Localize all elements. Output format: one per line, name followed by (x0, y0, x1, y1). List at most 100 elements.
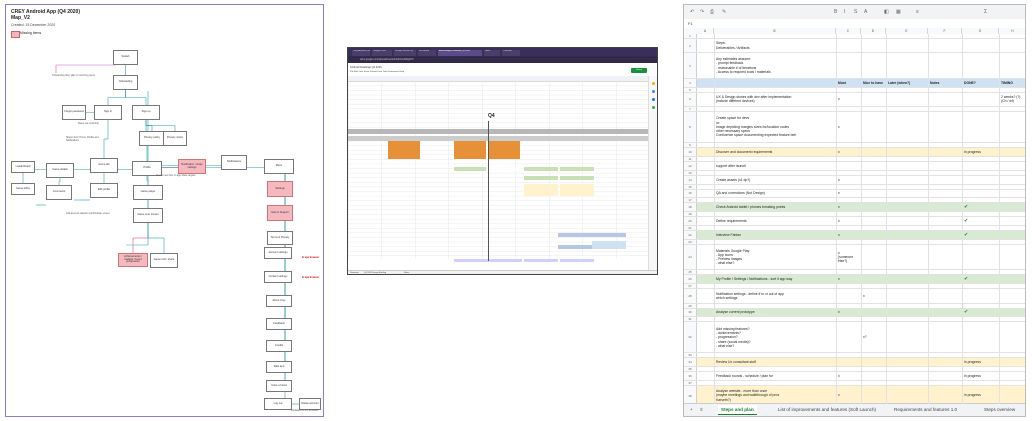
sheet-row[interactable]: 8 Create space for devs or: Image depicti… (684, 112, 1025, 144)
roadmap-cell-block[interactable] (488, 259, 522, 262)
roadmap-cell-block[interactable] (558, 233, 592, 237)
sheet-row[interactable]: 30 Analyse current prototype x ✔ (684, 308, 1025, 318)
sheet-tab[interactable]: Steps overview (984, 407, 1015, 412)
sheet-cell[interactable]: x (someone else?) (836, 245, 861, 269)
align-icon[interactable]: ≡ (916, 9, 919, 15)
roadmap-cell-block[interactable] (560, 167, 594, 171)
roadmap-cell-block[interactable] (560, 184, 594, 196)
roadmap-cell-block[interactable] (388, 141, 420, 159)
sheet-cell[interactable]: ✔ (962, 231, 999, 239)
sheet-tab[interactable]: Q4 2020 Design Backlog (364, 272, 386, 274)
sheet-row[interactable]: 36 Feedback rounds - schedule / plan for x… (684, 372, 1025, 382)
sheet-cell[interactable]: support after launch (714, 162, 836, 170)
sheet-cell[interactable]: x (836, 275, 861, 283)
row-number[interactable]: 19 (684, 212, 697, 216)
sheet-cell[interactable]: Create space for devs or: Image depictin… (714, 112, 836, 142)
sheet-cell[interactable]: Analyse current prototype (714, 309, 836, 317)
sheet-cell[interactable]: Interview Fabian (714, 231, 836, 239)
sheet-row[interactable]: 10 Discover and document requirements x in … (684, 148, 1025, 157)
row-number[interactable]: 23 (684, 240, 697, 244)
roadmap-grid[interactable]: Q4 (348, 81, 650, 262)
sheet-cell[interactable]: Create assets (x1 dp?) (714, 176, 836, 184)
row-number[interactable]: 14 (684, 175, 697, 184)
sheet-tab[interactable]: Roadmap (350, 272, 359, 274)
sheet-cell[interactable]: Feedback rounds - schedule / plan for (714, 372, 836, 380)
browser-tab[interactable]: Design Review Q4 (394, 49, 416, 56)
row-number[interactable]: 29 (684, 304, 697, 308)
row-number[interactable]: 11 (684, 157, 697, 161)
roadmap-cell-block[interactable] (560, 259, 594, 262)
sheet-tab[interactable]: Steps and plan (718, 405, 757, 415)
sheet-cell[interactable]: Steps: Deliverables / Artifacts (714, 39, 836, 52)
row-number[interactable]: 27 (684, 284, 697, 288)
share-button[interactable]: Share (631, 68, 647, 73)
sheet-cell[interactable]: QA and corrections (Not Design) (714, 190, 836, 198)
sheet-cell[interactable]: ✔ (962, 309, 999, 317)
roadmap-cell-block[interactable] (592, 241, 626, 249)
roadmap-cell-block[interactable] (454, 259, 488, 262)
row-number[interactable]: 5 (684, 88, 697, 92)
redo-icon[interactable]: ↷ (700, 9, 704, 15)
sheet-cell[interactable]: Nice to have (861, 79, 886, 87)
row-number[interactable]: 16 (684, 189, 697, 198)
row-number[interactable]: 24 (684, 244, 697, 270)
sheet-cell[interactable]: Notification settings - define if in or … (714, 289, 836, 302)
sheet-toolbar[interactable]: ↶ ↷ ⎙ ✎ B I S A ◧ ▦ ≡ Σ (684, 5, 1025, 20)
sheet-cell[interactable]: 2 weeks? (?) (Ch / wf) (999, 93, 1025, 106)
row-number[interactable]: 21 (684, 226, 697, 230)
browser-url-bar[interactable]: docs.google.com/spreadsheets/d/1AbC/edit… (348, 56, 657, 63)
maps-icon[interactable] (651, 106, 655, 109)
sheet-cell[interactable]: x (836, 190, 861, 198)
sheet-cell[interactable]: x (836, 112, 861, 142)
sheet-row[interactable]: 18 Check Android tablet / phones breaking… (684, 203, 1025, 213)
sheet-cell[interactable]: Discover and document requirements (714, 148, 836, 156)
sheet-cell[interactable]: ✔ (962, 217, 999, 225)
sheet-cell[interactable]: x (836, 231, 861, 239)
browser-tab[interactable]: Jira Board (418, 49, 436, 56)
sheet-cell[interactable]: ✔ (962, 275, 999, 283)
sheet-row[interactable]: 20 Define requirements x ✔ (684, 217, 1025, 227)
sheet-cell[interactable]: UX & Design stories with dev after imple… (714, 93, 836, 106)
browser-tab[interactable]: Calendar (502, 49, 520, 56)
row-number[interactable]: 7 (684, 107, 697, 111)
row-number[interactable]: 30 (684, 308, 697, 317)
row-number[interactable]: 37 (684, 381, 697, 385)
sheet-row[interactable]: 26 My Profile / Settings / Notifications … (684, 275, 1025, 285)
sheet-cell[interactable]: in progress (962, 148, 999, 156)
row-number[interactable]: 12 (684, 161, 697, 170)
row-number[interactable]: 32 (684, 322, 697, 353)
sheet-cell[interactable]: Later (when?) (886, 79, 928, 87)
row-number[interactable]: 6 (684, 92, 697, 107)
sheet-cell[interactable]: x? (861, 322, 886, 352)
row-number[interactable]: 36 (684, 372, 697, 381)
doc-title[interactable]: Android Roadmap Q4 2020 (350, 66, 382, 69)
browser-tab[interactable]: Android App Roadmap Q4 2020 (438, 49, 482, 56)
strikethrough-icon[interactable]: S (854, 9, 857, 15)
sheet-cell[interactable]: My Profile / Settings / Notifications - … (714, 275, 836, 283)
row-number[interactable]: 9 (684, 143, 697, 147)
row-number[interactable]: 34 (684, 358, 697, 367)
all-sheets-icon[interactable]: ≡ (700, 407, 703, 412)
sheet-cell[interactable]: x (836, 372, 861, 380)
roadmap-cell-block[interactable] (488, 141, 520, 159)
sheet-row[interactable]: 14 Create assets (x1 dp?) x (684, 175, 1025, 185)
roadmap-cell-block[interactable] (524, 176, 558, 180)
row-number[interactable]: 3 (684, 53, 697, 78)
sheet-row[interactable]: 2 Steps: Deliverables / Artifacts (684, 38, 1025, 54)
row-number[interactable]: 31 (684, 317, 697, 321)
browser-tab[interactable]: Crey Android | Roadmap (352, 49, 370, 56)
sheet-cell[interactable]: TIMING (999, 79, 1025, 87)
tasks-icon[interactable] (651, 90, 655, 93)
cell-reference[interactable]: F1 (688, 21, 693, 26)
keep-icon[interactable] (651, 82, 655, 85)
sheet-cell[interactable]: x (836, 203, 861, 211)
roadmap-cell-block[interactable] (558, 245, 592, 249)
sheet-cell[interactable]: ✔ (962, 203, 999, 211)
roadmap-cell-block[interactable] (454, 167, 486, 171)
roadmap-cell-block[interactable] (348, 129, 650, 134)
row-number[interactable]: 22 (684, 231, 697, 239)
sheet-cell[interactable]: x (836, 93, 861, 106)
sheet-row[interactable]: 34 Review Ux consultant stuff in progress (684, 358, 1025, 368)
row-number[interactable]: 8 (684, 112, 697, 143)
row-number[interactable]: 2 (684, 38, 697, 53)
